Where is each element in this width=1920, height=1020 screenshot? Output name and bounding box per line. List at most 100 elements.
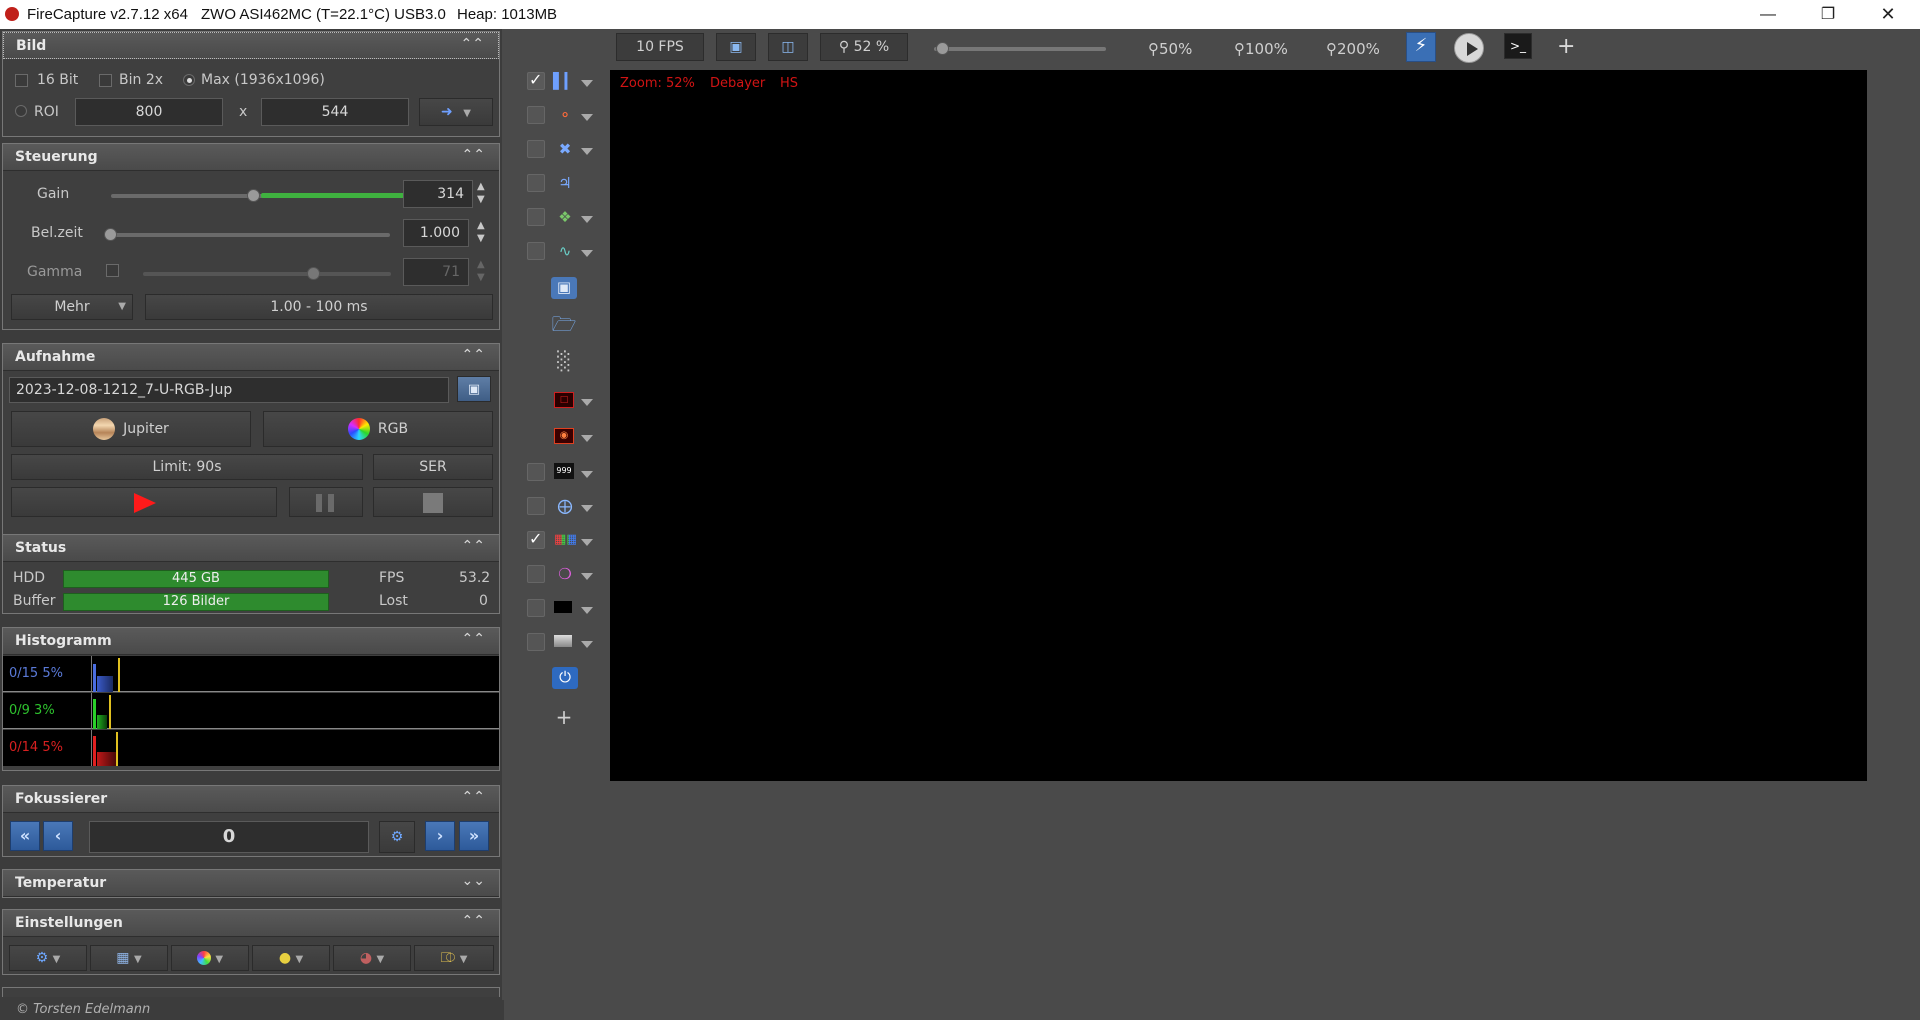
- gain-slider-handle[interactable]: [247, 189, 260, 202]
- counter-icon[interactable]: 999: [554, 463, 574, 479]
- belzeit-value-field[interactable]: 1.000: [403, 219, 469, 247]
- chevron-down-icon[interactable]: [581, 573, 593, 580]
- limit-button[interactable]: Limit: 90s: [11, 454, 363, 480]
- record-button[interactable]: [11, 487, 277, 517]
- gamma-slider-handle[interactable]: [307, 267, 320, 280]
- collapse-icon[interactable]: ⌃⌃: [462, 789, 485, 805]
- folder-icon[interactable]: 🗁: [551, 314, 577, 334]
- autostop-icon[interactable]: ◉: [554, 428, 574, 444]
- histogram-tool-checkbox[interactable]: ✓: [527, 70, 545, 90]
- roi-overlay-icon[interactable]: □: [554, 392, 574, 408]
- einstellungen-header[interactable]: Einstellungen ⌃⌃: [3, 910, 499, 937]
- alignment-icon[interactable]: ❖: [554, 207, 576, 227]
- focus-fast-back-button[interactable]: «: [10, 821, 40, 851]
- format-button[interactable]: SER: [373, 454, 493, 480]
- fullscreen-button[interactable]: ◫: [768, 33, 808, 61]
- zoom-50-button[interactable]: ⚲50%: [1148, 40, 1192, 58]
- zoom-slider-track[interactable]: [934, 47, 1106, 51]
- belzeit-stepper[interactable]: ▲ ▼: [477, 219, 485, 245]
- object-button[interactable]: Jupiter: [11, 411, 251, 447]
- histogramm-header[interactable]: Histogramm ⌃⌃: [3, 628, 499, 655]
- aufnahme-header[interactable]: Aufnahme ⌃⌃: [3, 344, 499, 371]
- settings-layout-button[interactable]: ▦ ▼: [90, 945, 168, 971]
- roi-width-field[interactable]: 800: [75, 98, 223, 126]
- rgb-align-tool-checkbox[interactable]: [527, 565, 545, 583]
- settings-telescope-button[interactable]: ⎄ ▼: [414, 945, 494, 971]
- zoom-slider-handle[interactable]: [936, 42, 949, 55]
- globe-icon[interactable]: ⨁: [554, 496, 576, 516]
- gain-value-field[interactable]: 314: [403, 180, 473, 208]
- roi-height-field[interactable]: 544: [261, 98, 409, 126]
- chevron-down-icon[interactable]: [581, 471, 593, 478]
- counter-tool-checkbox[interactable]: [527, 463, 545, 481]
- gamma-value-field[interactable]: 71: [403, 258, 469, 286]
- settings-mount-button[interactable]: ◕ ▼: [333, 945, 411, 971]
- settings-color-button[interactable]: ▼: [171, 945, 249, 971]
- signal-icon[interactable]: ∿: [554, 241, 576, 261]
- filter-button[interactable]: RGB: [263, 411, 493, 447]
- 16bit-checkbox[interactable]: [15, 74, 28, 87]
- bin2x-checkbox[interactable]: [99, 74, 112, 87]
- focus-position-field[interactable]: 0: [89, 821, 369, 853]
- fit-screen-button[interactable]: ▣: [716, 33, 756, 61]
- jupiter-symbol-icon[interactable]: ♃: [554, 173, 576, 193]
- stop-button[interactable]: [373, 487, 493, 517]
- restore-button[interactable]: ❐: [1800, 0, 1856, 29]
- settings-light-button[interactable]: ● ▼: [252, 945, 330, 971]
- camera-settings-button[interactable]: ▣: [457, 376, 491, 402]
- chevron-down-icon[interactable]: [581, 607, 593, 614]
- gain-stepper[interactable]: ▲ ▼: [477, 180, 485, 206]
- focus-settings-button[interactable]: ⚙: [379, 821, 415, 853]
- console-button[interactable]: >_: [1504, 33, 1532, 59]
- belzeit-slider-handle[interactable]: [104, 228, 117, 241]
- black-frame-icon[interactable]: [554, 601, 572, 613]
- chevron-down-icon[interactable]: [581, 641, 593, 648]
- roi-radio[interactable]: [15, 105, 27, 117]
- minimize-button[interactable]: —: [1740, 0, 1796, 29]
- expand-icon[interactable]: ⌄⌄: [462, 873, 485, 889]
- crosshair-icon[interactable]: ✖: [554, 139, 576, 159]
- runner-button[interactable]: ⚡: [1406, 32, 1436, 62]
- color-grid-icon[interactable]: ▦▦: [554, 530, 579, 550]
- chevron-down-icon[interactable]: [581, 539, 593, 546]
- crosshair-tool-checkbox[interactable]: [527, 140, 545, 158]
- power-icon[interactable]: ⏻: [552, 667, 578, 689]
- gamma-stepper[interactable]: ▲ ▼: [477, 258, 485, 284]
- preview-canvas[interactable]: Zoom: 52% Debayer HS: [610, 70, 1867, 781]
- fps-button[interactable]: 10 FPS: [616, 33, 704, 61]
- collapse-icon[interactable]: ⌃⌃: [462, 347, 485, 363]
- planet-tool-checkbox[interactable]: [527, 106, 545, 124]
- exposure-range-button[interactable]: 1.00 - 100 ms: [145, 294, 493, 320]
- chevron-down-icon[interactable]: [581, 435, 593, 442]
- belzeit-slider-track[interactable]: [107, 233, 390, 237]
- alignment-tool-checkbox[interactable]: [527, 208, 545, 226]
- chevron-down-icon[interactable]: [581, 505, 593, 512]
- gamma-slider-track[interactable]: [143, 272, 391, 276]
- temperatur-header[interactable]: Temperatur ⌄⌄: [3, 870, 499, 897]
- flat-tool-checkbox[interactable]: [527, 633, 545, 651]
- chevron-down-icon[interactable]: [581, 250, 593, 257]
- filename-field[interactable]: 2023-12-08-1212_7-U-RGB-Jup: [9, 377, 449, 403]
- steuerung-header[interactable]: Steuerung ⌃⌃: [3, 144, 499, 171]
- settings-general-button[interactable]: ⚙ ▼: [9, 945, 87, 971]
- pause-button[interactable]: [289, 487, 363, 517]
- mehr-dropdown[interactable]: Mehr ▼: [11, 294, 133, 320]
- collapse-icon[interactable]: ⌃⌃: [462, 913, 485, 929]
- zoom-100-button[interactable]: ⚲100%: [1234, 40, 1288, 58]
- jupiter-tool-checkbox[interactable]: [527, 174, 545, 192]
- status-header[interactable]: Status ⌃⌃: [3, 535, 499, 562]
- chevron-down-icon[interactable]: [581, 80, 593, 87]
- zoom-200-button[interactable]: ⚲200%: [1326, 40, 1380, 58]
- focus-forward-button[interactable]: ›: [425, 821, 455, 851]
- close-button[interactable]: ✕: [1860, 0, 1916, 29]
- rgb-circles-icon[interactable]: ❍: [554, 564, 576, 584]
- chevron-down-icon[interactable]: [581, 148, 593, 155]
- snapshot-icon[interactable]: ▣: [551, 277, 577, 299]
- chevron-down-icon[interactable]: [581, 216, 593, 223]
- focus-back-button[interactable]: ‹: [43, 821, 73, 851]
- collapse-icon[interactable]: ⌃⌃: [462, 538, 485, 554]
- max-radio[interactable]: [183, 74, 195, 86]
- add-tool-icon[interactable]: +: [553, 707, 575, 727]
- trash-icon[interactable]: ░: [551, 352, 577, 372]
- signal-tool-checkbox[interactable]: [527, 242, 545, 260]
